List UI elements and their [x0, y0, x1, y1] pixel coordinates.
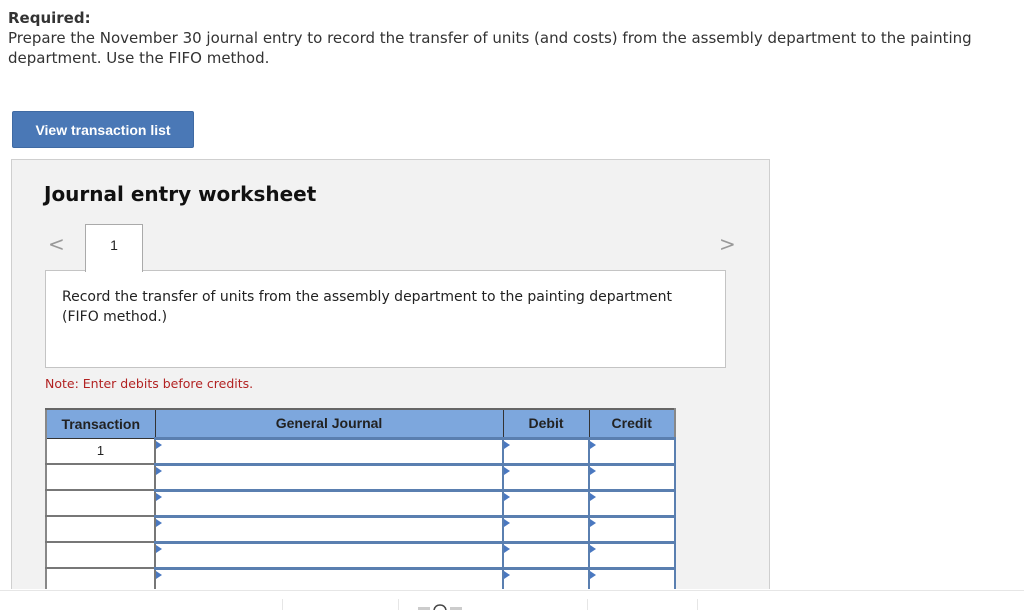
account-select[interactable] [154, 540, 504, 569]
transaction-number: 1 [45, 438, 156, 465]
transaction-description: Record the transfer of units from the as… [45, 270, 726, 368]
worksheet-title: Journal entry worksheet [44, 182, 317, 206]
debit-input[interactable] [502, 462, 590, 491]
table-row [45, 488, 676, 517]
credit-input[interactable] [588, 436, 676, 465]
footer-divider [697, 599, 698, 610]
debit-input[interactable] [502, 540, 590, 569]
transaction-number [45, 464, 156, 491]
journal-entry-worksheet: Journal entry worksheet < 1 > Record the… [11, 159, 770, 589]
footer-toolbar [0, 590, 1024, 610]
table-row [45, 514, 676, 543]
account-select[interactable] [154, 462, 504, 491]
footer-divider [282, 599, 283, 610]
account-select[interactable] [154, 488, 504, 517]
chevron-right-icon[interactable]: > [719, 232, 736, 256]
table-header-row: Transaction General Journal Debit Credit [45, 408, 676, 439]
column-header-credit: Credit [588, 408, 676, 439]
view-transaction-list-button[interactable]: View transaction list [12, 111, 194, 148]
account-select[interactable] [154, 566, 504, 589]
debit-input[interactable] [502, 488, 590, 517]
credit-input[interactable] [588, 514, 676, 543]
column-header-debit: Debit [502, 408, 590, 439]
debit-input[interactable] [502, 436, 590, 465]
footer-partial-icon [418, 604, 462, 610]
transaction-number [45, 490, 156, 517]
chevron-left-icon[interactable]: < [48, 232, 65, 256]
required-label: Required: [8, 9, 91, 27]
debits-before-credits-note: Note: Enter debits before credits. [45, 376, 254, 391]
journal-table: Transaction General Journal Debit Credit… [45, 408, 676, 589]
required-section: Required: Prepare the November 30 journa… [8, 8, 1020, 68]
column-header-general-journal: General Journal [154, 408, 504, 439]
account-select[interactable] [154, 436, 504, 465]
table-row: 1 [45, 436, 676, 465]
credit-input[interactable] [588, 540, 676, 569]
transaction-number [45, 516, 156, 543]
debit-input[interactable] [502, 566, 590, 589]
required-text: Prepare the November 30 journal entry to… [8, 29, 972, 67]
credit-input[interactable] [588, 462, 676, 491]
debit-input[interactable] [502, 514, 590, 543]
credit-input[interactable] [588, 566, 676, 589]
account-select[interactable] [154, 514, 504, 543]
transaction-number [45, 542, 156, 569]
table-row [45, 566, 676, 589]
transaction-number [45, 568, 156, 589]
table-row [45, 462, 676, 491]
credit-input[interactable] [588, 488, 676, 517]
column-header-transaction: Transaction [45, 408, 156, 439]
tab-1[interactable]: 1 [85, 224, 143, 272]
footer-divider [398, 599, 399, 610]
footer-divider [587, 599, 588, 610]
table-row [45, 540, 676, 569]
